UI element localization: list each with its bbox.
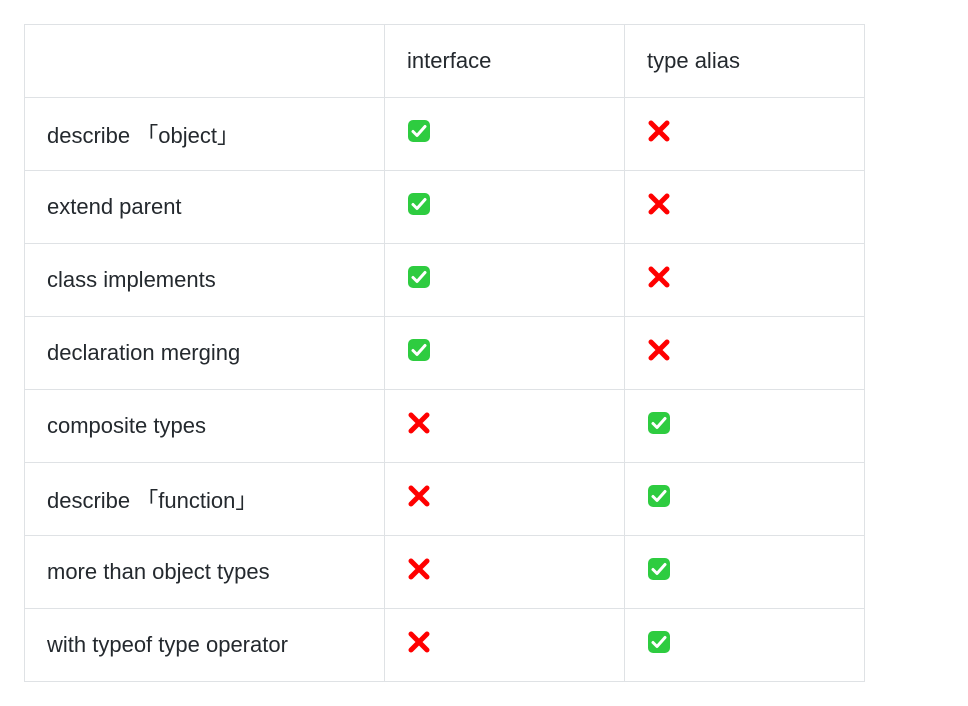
check-icon: [647, 630, 671, 654]
header-blank: [25, 25, 385, 98]
feature-cell: extend parent: [25, 171, 385, 244]
table-row: class implements: [25, 244, 865, 317]
comparison-table: interface type alias describe 「object」ex…: [24, 24, 865, 682]
cross-icon: [647, 192, 671, 216]
table-row: describe 「function」: [25, 463, 865, 536]
check-icon: [407, 192, 431, 216]
check-icon: [407, 265, 431, 289]
type-alias-cell: [625, 609, 865, 682]
interface-cell: [385, 390, 625, 463]
feature-cell: describe 「object」: [25, 98, 385, 171]
feature-cell: declaration merging: [25, 317, 385, 390]
cross-icon: [647, 338, 671, 362]
table-header-row: interface type alias: [25, 25, 865, 98]
type-alias-cell: [625, 171, 865, 244]
header-interface: interface: [385, 25, 625, 98]
check-icon: [647, 557, 671, 581]
table-row: declaration merging: [25, 317, 865, 390]
feature-cell: describe 「function」: [25, 463, 385, 536]
type-alias-cell: [625, 244, 865, 317]
type-alias-cell: [625, 463, 865, 536]
header-type-alias: type alias: [625, 25, 865, 98]
cross-icon: [407, 630, 431, 654]
cross-icon: [647, 265, 671, 289]
table-body: describe 「object」extend parentclass impl…: [25, 98, 865, 682]
interface-cell: [385, 171, 625, 244]
table-row: extend parent: [25, 171, 865, 244]
feature-cell: composite types: [25, 390, 385, 463]
table-row: composite types: [25, 390, 865, 463]
interface-cell: [385, 98, 625, 171]
check-icon: [647, 484, 671, 508]
type-alias-cell: [625, 317, 865, 390]
table-row: describe 「object」: [25, 98, 865, 171]
interface-cell: [385, 463, 625, 536]
check-icon: [407, 119, 431, 143]
check-icon: [407, 338, 431, 362]
cross-icon: [647, 119, 671, 143]
table-row: more than object types: [25, 536, 865, 609]
cross-icon: [407, 557, 431, 581]
interface-cell: [385, 536, 625, 609]
type-alias-cell: [625, 536, 865, 609]
cross-icon: [407, 411, 431, 435]
feature-cell: more than object types: [25, 536, 385, 609]
type-alias-cell: [625, 390, 865, 463]
feature-cell: class implements: [25, 244, 385, 317]
feature-cell: with typeof type operator: [25, 609, 385, 682]
check-icon: [647, 411, 671, 435]
cross-icon: [407, 484, 431, 508]
table-row: with typeof type operator: [25, 609, 865, 682]
type-alias-cell: [625, 98, 865, 171]
interface-cell: [385, 609, 625, 682]
interface-cell: [385, 244, 625, 317]
interface-cell: [385, 317, 625, 390]
